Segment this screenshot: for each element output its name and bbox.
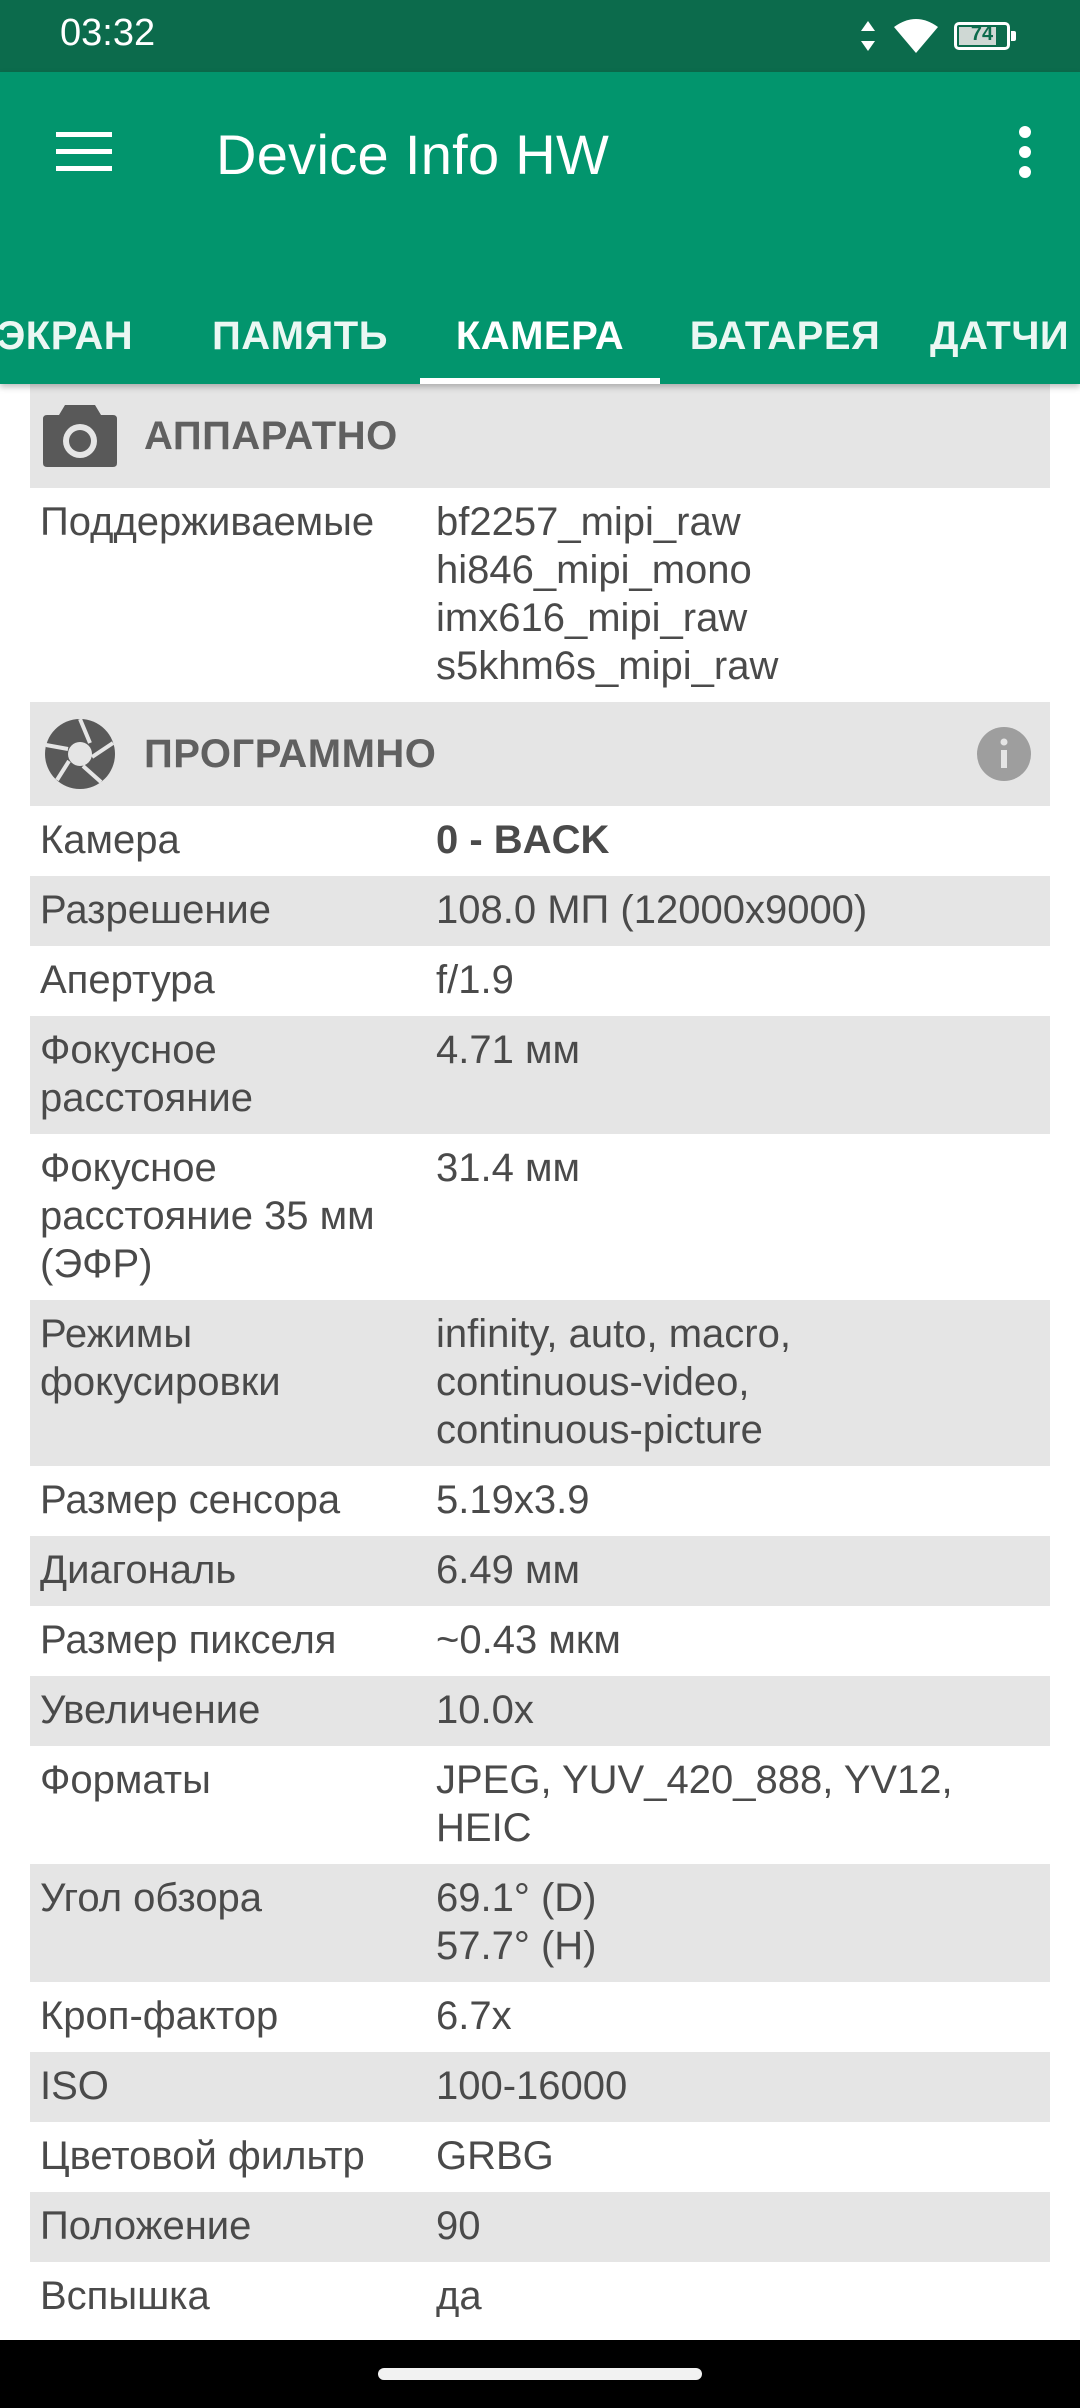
software-section-header: ПРОГРАММНО — [30, 702, 1050, 806]
software-rows: Камера 0 - BACK Разрешение 108.0 МП (12000x… — [30, 806, 1050, 2332]
table-row: Кроп-фактор 6.7x — [30, 1982, 1050, 2052]
hardware-section-title: АППАРАТНО — [144, 413, 398, 458]
app-title: Device Info HW — [216, 123, 610, 186]
table-row: Увеличение 10.0x — [30, 1676, 1050, 1746]
software-section-title: ПРОГРАММНО — [144, 731, 437, 776]
table-row: Режимы фокусировки infinity, auto, macro,… — [30, 1300, 1050, 1466]
tab-sensors[interactable]: ДАТЧИ — [930, 288, 1080, 384]
row-value: ~0.43 мкм — [436, 1618, 621, 1662]
menu-button[interactable] — [40, 112, 128, 192]
active-tab-indicator — [420, 378, 660, 384]
table-row: Фокусное расстояние 4.71 мм — [30, 1016, 1050, 1134]
table-row: Цветовой фильтр GRBG — [30, 2122, 1050, 2192]
row-value: 90 — [436, 2204, 481, 2248]
table-row: Разрешение 108.0 МП (12000x9000) — [30, 876, 1050, 946]
row-label: Кроп-фактор — [40, 1994, 279, 2038]
row-label: Положение — [40, 2204, 252, 2248]
row-label: Увеличение — [40, 1688, 261, 1732]
table-row: Размер пикселя ~0.43 мкм — [30, 1606, 1050, 1676]
row-label: Угол обзора — [40, 1876, 263, 1920]
tab-memory[interactable]: ПАМЯТЬ — [180, 288, 420, 384]
row-value: bf2257_mipi_raw hi846_mipi_mono imx616_m… — [436, 500, 779, 688]
wifi-icon — [894, 19, 938, 53]
row-value: GRBG — [436, 2134, 554, 2178]
row-label: Диагональ — [40, 1548, 237, 1592]
row-value: да — [436, 2274, 482, 2318]
row-label: Разрешение — [40, 888, 271, 932]
table-row: ISO 100-16000 — [30, 2052, 1050, 2122]
row-value: 69.1° (D) 57.7° (H) — [436, 1876, 597, 1968]
table-row: Положение 90 — [30, 2192, 1050, 2262]
row-label: Фокусное расстояние — [40, 1028, 253, 1120]
row-label: Форматы — [40, 1758, 211, 1802]
tab-screen[interactable]: ЭКРАН — [0, 288, 140, 384]
row-value: 6.49 мм — [436, 1548, 580, 1592]
row-label: Поддерживаемые — [40, 500, 375, 544]
status-bar: 03:32 74 — [0, 0, 1080, 72]
row-value: infinity, auto, macro, continuous-video,… — [436, 1312, 791, 1452]
gesture-handle[interactable] — [378, 2368, 702, 2380]
more-options-button[interactable] — [990, 112, 1060, 192]
tab-battery[interactable]: БАТАРЕЯ — [660, 288, 910, 384]
camera-icon — [40, 396, 120, 476]
table-row: Вспышка да — [30, 2262, 1050, 2332]
tab-bar: ЭКРАН ПАМЯТЬ КАМЕРА БАТАРЕЯ ДАТЧИ — [0, 288, 1080, 384]
row-value: 31.4 мм — [436, 1146, 580, 1190]
row-label: Камера — [40, 818, 180, 862]
aperture-icon — [40, 714, 120, 794]
row-label: ISO — [40, 2064, 109, 2108]
row-value: 10.0x — [436, 1688, 534, 1732]
table-row: Камера 0 - BACK — [30, 806, 1050, 876]
row-label: Вспышка — [40, 2274, 210, 2318]
row-value: 6.7x — [436, 1994, 512, 2038]
row-label: Размер пикселя — [40, 1618, 337, 1662]
table-row: Фокусное расстояние 35 мм (ЭФР) 31.4 мм — [30, 1134, 1050, 1300]
table-row: Диагональ 6.49 мм — [30, 1536, 1050, 1606]
row-value: 4.71 мм — [436, 1028, 580, 1072]
row-value: 5.19x3.9 — [436, 1478, 590, 1522]
row-label: Апертура — [40, 958, 215, 1002]
camera-info-content[interactable]: АППАРАТНО Поддерживаемые bf2257_mipi_raw… — [30, 384, 1050, 2340]
row-label: Режимы фокусировки — [40, 1312, 281, 1404]
app-bar: Device Info HW ЭКРАН ПАМЯТЬ КАМЕРА БАТАР… — [0, 72, 1080, 384]
supported-cameras-row: Поддерживаемые bf2257_mipi_raw hi846_mip… — [30, 488, 1050, 702]
status-icons: 74 — [858, 14, 1016, 58]
more-vert-icon — [1019, 126, 1031, 178]
row-value: f/1.9 — [436, 958, 514, 1002]
status-time: 03:32 — [60, 12, 156, 54]
row-value: 0 - BACK — [436, 818, 610, 862]
hamburger-menu-icon — [56, 132, 112, 171]
table-row: Форматы JPEG, YUV_420_888, YV12, HEIC — [30, 1746, 1050, 1864]
battery-icon: 74 — [954, 22, 1016, 50]
row-value: 100-16000 — [436, 2064, 628, 2108]
table-row: Размер сенсора 5.19x3.9 — [30, 1466, 1050, 1536]
info-icon[interactable] — [976, 726, 1032, 782]
navigation-bar — [0, 2340, 1080, 2408]
table-row: Угол обзора 69.1° (D) 57.7° (H) — [30, 1864, 1050, 1982]
tab-camera[interactable]: КАМЕРА — [420, 288, 660, 384]
hardware-section-header: АППАРАТНО — [30, 384, 1050, 488]
row-value: JPEG, YUV_420_888, YV12, HEIC — [436, 1758, 953, 1850]
table-row: Апертура f/1.9 — [30, 946, 1050, 1016]
data-arrows-icon — [861, 21, 875, 51]
row-label: Фокусное расстояние 35 мм (ЭФР) — [40, 1146, 375, 1286]
row-label: Цветовой фильтр — [40, 2134, 365, 2178]
row-value: 108.0 МП (12000x9000) — [436, 888, 868, 932]
battery-level-text: 74 — [970, 23, 994, 45]
row-label: Размер сенсора — [40, 1478, 341, 1522]
